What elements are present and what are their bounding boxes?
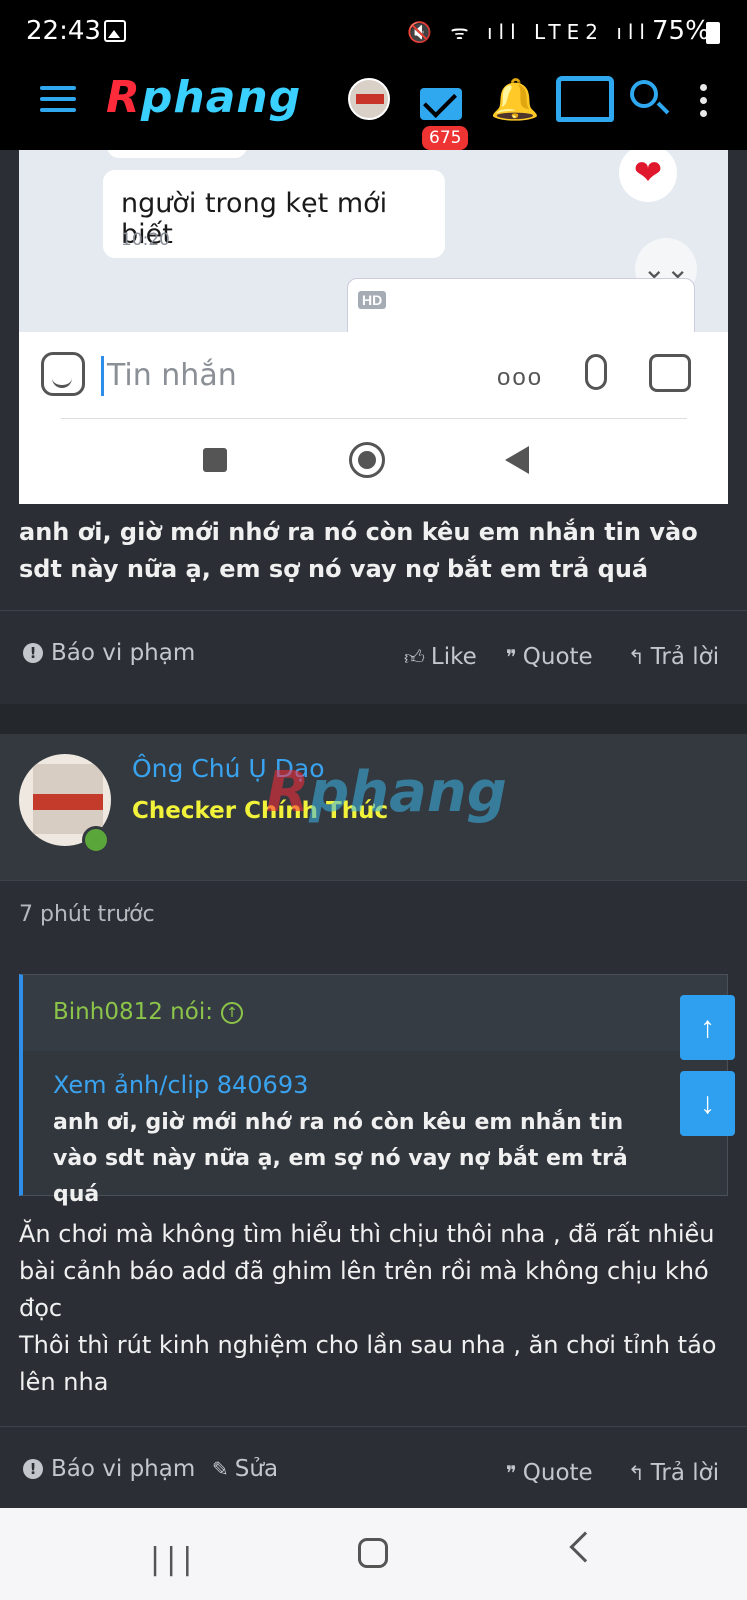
battery-icon xyxy=(706,22,720,44)
alert-icon: ! xyxy=(23,643,43,663)
divider xyxy=(0,880,747,881)
menu-icon[interactable] xyxy=(40,86,76,116)
app-header: Rphang 675 🔔 xyxy=(0,62,747,150)
hd-badge: HD xyxy=(358,291,387,309)
chat-image-thumbnail: HD xyxy=(347,278,695,338)
post-body-line: Ăn chơi mà không tìm hiểu thì chịu thôi … xyxy=(19,1220,715,1322)
system-nav-bar: ||| xyxy=(0,1508,747,1600)
quote-block: Binh0812 nói: ↑ Xem ảnh/clip 840693 anh ơ… xyxy=(19,974,728,1207)
gallery-notification-icon xyxy=(104,20,126,42)
alert-icon: ! xyxy=(23,1459,43,1479)
like-label: Like xyxy=(430,644,477,670)
report-label: Báo vi phạm xyxy=(51,640,196,666)
post-time[interactable]: 7 phút trước xyxy=(19,902,155,927)
reply-label: Trả lời xyxy=(650,1460,720,1486)
status-icons: 🔇 ᯤ ıll LTE2 ıll xyxy=(407,20,651,44)
post-actions: ! Báo vi phạm 👍︎ Like ❞ Quote ↰ Trả lời xyxy=(0,624,747,684)
store-icon[interactable] xyxy=(556,76,614,122)
like-button[interactable]: 👍︎ Like xyxy=(404,644,477,670)
bell-icon[interactable]: 🔔 xyxy=(490,76,540,124)
user-avatar[interactable] xyxy=(348,78,390,120)
chat-message-time: 10:20 xyxy=(121,230,170,250)
quote-label: Quote xyxy=(522,1460,593,1486)
divider xyxy=(0,610,747,611)
reply-button[interactable]: ↰ Trả lời xyxy=(628,644,719,670)
chat-bubble-partial xyxy=(107,150,247,158)
chat-input-bar: Tin nhắn ooo xyxy=(19,332,728,504)
quote-text: anh ơi, giờ mới nhớ ra nó còn kêu em nhắ… xyxy=(53,1110,628,1207)
post-separator xyxy=(0,704,747,734)
battery-level: 75% xyxy=(652,16,710,46)
post-attachment-image[interactable]: người trong kẹt mới biết 10:20 ❤ ⌄⌄ HD T… xyxy=(19,150,728,504)
reply-icon: ↰ xyxy=(628,1461,645,1485)
quote-header: Binh0812 nói: ↑ xyxy=(23,975,727,1051)
arrow-up-circle-icon[interactable]: ↑ xyxy=(220,1001,243,1024)
divider xyxy=(0,1426,747,1427)
divider xyxy=(61,418,687,419)
back-button[interactable] xyxy=(569,1531,601,1563)
status-bar: 22:43 🔇 ᯤ ıll LTE2 ıll 75% xyxy=(0,0,747,62)
more-options-icon[interactable] xyxy=(700,84,708,123)
logo-watermark: Rphang xyxy=(266,760,507,825)
quote-icon: ❞ xyxy=(506,1461,517,1485)
search-icon[interactable] xyxy=(630,80,658,108)
mail-icon[interactable] xyxy=(420,88,462,120)
back-icon xyxy=(505,446,529,474)
reply-button[interactable]: ↰ Trả lời xyxy=(628,1460,719,1486)
text-caret xyxy=(101,356,104,396)
quote-button[interactable]: ❞ Quote xyxy=(506,1460,593,1486)
post-body: Ăn chơi mà không tìm hiểu thì chịu thôi … xyxy=(19,1216,728,1401)
home-icon xyxy=(349,442,385,478)
emoji-icon xyxy=(41,352,85,396)
reply-icon: ↰ xyxy=(628,645,645,669)
status-time: 22:43 xyxy=(26,16,101,46)
post-body-line: Thôi thì rút kinh nghiệm cho lần sau nha… xyxy=(19,1331,717,1396)
report-button[interactable]: ! Báo vi phạm xyxy=(23,1456,195,1482)
recents-icon xyxy=(203,448,227,472)
chat-bubble: người trong kẹt mới biết 10:20 xyxy=(103,170,445,258)
message-input-placeholder: Tin nhắn xyxy=(107,358,237,393)
edit-button[interactable]: ✎ Sửa xyxy=(212,1456,278,1482)
microphone-icon xyxy=(585,354,607,390)
quote-button[interactable]: ❞ Quote xyxy=(506,644,593,670)
reply-label: Trả lời xyxy=(650,644,720,670)
thumbs-up-icon: 👍︎ xyxy=(404,644,425,669)
post-body: anh ơi, giờ mới nhớ ra nó còn kêu em nhắ… xyxy=(19,518,698,583)
report-button[interactable]: ! Báo vi phạm xyxy=(23,640,195,666)
pencil-icon: ✎ xyxy=(212,1457,229,1481)
scroll-bottom-button[interactable]: ↓ xyxy=(680,1071,735,1136)
recent-apps-button[interactable]: ||| xyxy=(150,1542,198,1577)
post-actions: ! Báo vi phạm ✎ Sửa ❞ Quote ↰ Trả lời xyxy=(0,1440,747,1500)
quote-author[interactable]: Binh0812 nói: ↑ xyxy=(53,999,243,1025)
more-icon: ooo xyxy=(497,364,544,391)
online-status-icon xyxy=(82,826,110,854)
scroll-top-button[interactable]: ↑ xyxy=(680,995,735,1060)
image-icon xyxy=(649,354,691,392)
quote-icon: ❞ xyxy=(506,645,517,669)
heart-icon: ❤ xyxy=(619,150,677,202)
mail-badge: 675 xyxy=(422,126,469,150)
report-label: Báo vi phạm xyxy=(51,1456,196,1482)
site-logo[interactable]: Rphang xyxy=(106,72,301,123)
media-link[interactable]: Xem ảnh/clip 840693 xyxy=(53,1071,308,1099)
home-button[interactable] xyxy=(358,1538,388,1568)
post-author-bar: Ông Chú Ụ Dạo Checker Chính Thức Rphang xyxy=(0,734,747,880)
edit-label: Sửa xyxy=(234,1456,279,1482)
quote-label: Quote xyxy=(522,644,593,670)
